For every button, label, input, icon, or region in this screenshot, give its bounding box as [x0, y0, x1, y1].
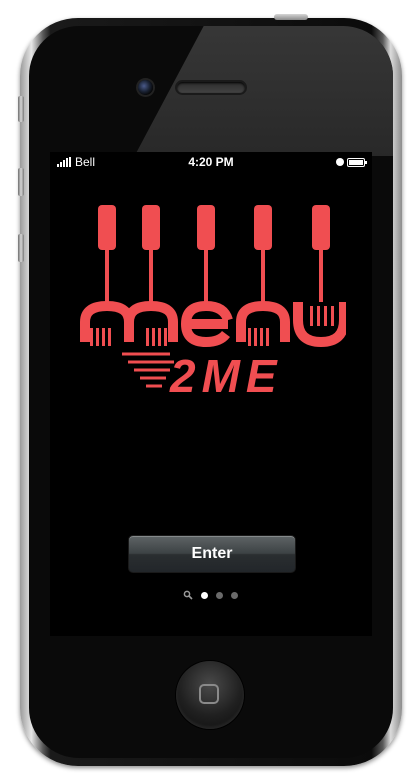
home-button[interactable]	[176, 661, 244, 729]
earpiece-speaker	[177, 82, 245, 93]
mute-switch	[18, 96, 24, 122]
fork-logo-icon	[98, 205, 330, 302]
volume-down-button	[18, 234, 24, 262]
battery-icon	[347, 157, 367, 167]
menu-letterforms	[80, 300, 346, 348]
menu2me-logo: 2ME	[80, 205, 346, 402]
volume-up-button	[18, 168, 24, 196]
page-dot-3[interactable]	[231, 591, 238, 599]
enter-button[interactable]: Enter	[128, 535, 296, 573]
status-time: 4:20 PM	[188, 155, 234, 169]
page-dot-2[interactable]	[216, 591, 223, 599]
glass-glare	[134, 26, 393, 156]
front-camera	[138, 80, 153, 95]
status-bar: Bell 4:20 PM	[50, 152, 372, 172]
page-dot-1[interactable]	[201, 591, 208, 599]
home-square-icon	[199, 684, 219, 704]
power-button	[274, 14, 308, 20]
screen: Bell 4:20 PM 2ME Enter	[50, 152, 372, 636]
logo-tagline: 2ME	[169, 350, 283, 402]
page-indicator[interactable]	[183, 590, 238, 600]
speed-lines	[122, 352, 174, 388]
search-icon[interactable]	[183, 590, 193, 600]
